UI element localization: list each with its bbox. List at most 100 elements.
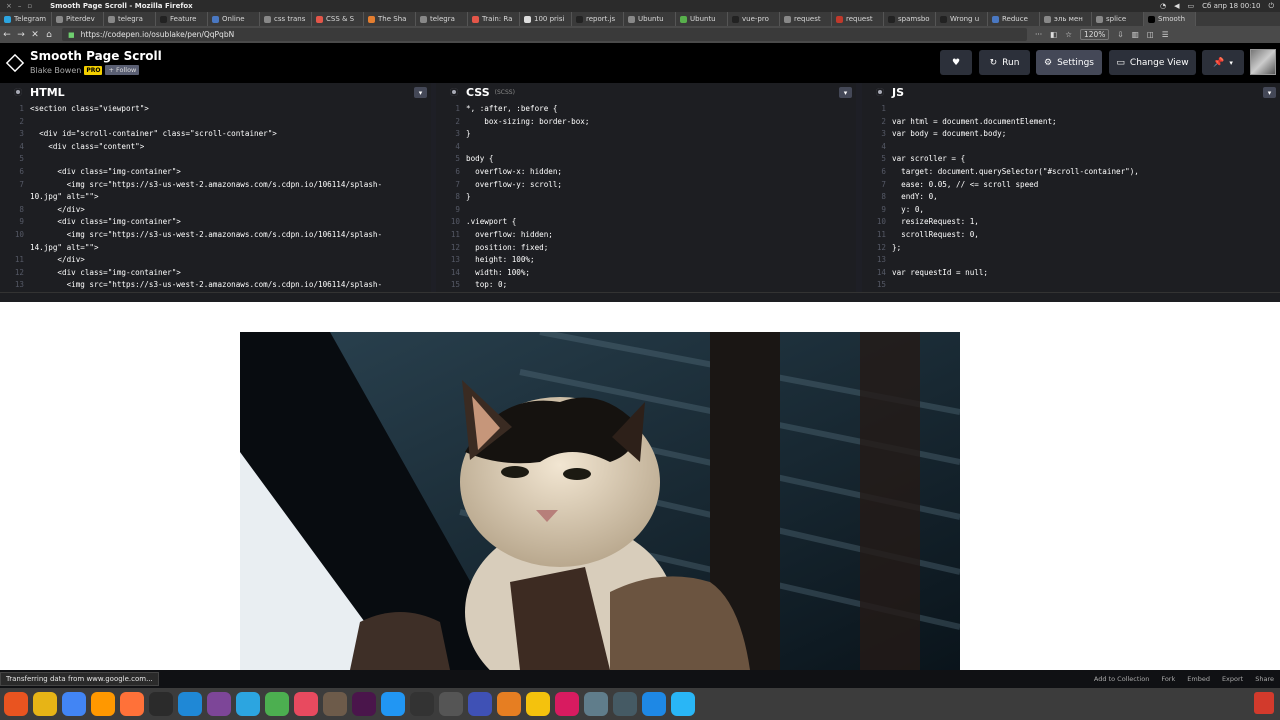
browser-tab[interactable]: telegra (416, 12, 468, 26)
forward-icon[interactable]: → (14, 28, 28, 42)
follow-button[interactable]: + Follow (105, 65, 140, 75)
app-icon[interactable] (671, 692, 695, 716)
wifi-icon[interactable]: ◔ (1160, 2, 1166, 10)
back-icon[interactable]: ← (0, 28, 14, 42)
app-icon[interactable] (526, 692, 550, 716)
browser-tab[interactable]: css trans (260, 12, 312, 26)
url-bar[interactable]: ■ https://codepen.io/osublake/pen/QqPqbN (62, 28, 1027, 41)
chevron-down-icon[interactable]: ▾ (839, 87, 852, 98)
embed-link[interactable]: Embed (1187, 675, 1210, 683)
chevron-down-icon[interactable]: ▾ (1263, 87, 1276, 98)
firefox-icon[interactable] (120, 692, 144, 716)
gimp-icon[interactable] (323, 692, 347, 716)
inkscape-icon[interactable] (410, 692, 434, 716)
sublime-icon[interactable] (91, 692, 115, 716)
app-icon[interactable] (381, 692, 405, 716)
fork-link[interactable]: Fork (1161, 675, 1175, 683)
browser-tab[interactable]: Wrong u (936, 12, 988, 26)
sidebar-icon[interactable]: ◫ (1147, 30, 1154, 39)
heart-button[interactable]: ♥ (940, 50, 972, 75)
page-actions-icon[interactable]: ··· (1035, 30, 1042, 39)
gear-icon[interactable] (450, 88, 458, 96)
browser-tab[interactable]: 100 prisi (520, 12, 572, 26)
browser-tab[interactable]: Piterdev (52, 12, 104, 26)
app-icon[interactable] (613, 692, 637, 716)
browser-tab[interactable]: request (780, 12, 832, 26)
app-icon[interactable] (497, 692, 521, 716)
home-icon[interactable]: ⌂ (42, 28, 56, 42)
app-icon[interactable] (642, 692, 666, 716)
browser-tab[interactable]: Online (208, 12, 260, 26)
css-editor[interactable]: CSS (SCSS) ▾ 1 *, :after, :before {2 box-… (436, 83, 856, 292)
html-code[interactable]: 1 <section class="viewport"> 2 3 <div id="s… (0, 103, 431, 292)
browser-tab[interactable]: The Sha (364, 12, 416, 26)
browser-tab[interactable]: vue-pro (728, 12, 780, 26)
pocket-icon[interactable]: ◧ (1050, 30, 1057, 39)
calculator-icon[interactable] (439, 692, 463, 716)
downloads-icon[interactable]: ⇩ (1117, 30, 1123, 39)
export-link[interactable]: Export (1222, 675, 1243, 683)
tor-icon[interactable] (207, 692, 231, 716)
maximize-icon[interactable]: ▫ (27, 2, 32, 10)
browser-tab[interactable]: Smooth (1144, 12, 1196, 26)
library-icon[interactable]: ▥ (1132, 30, 1139, 39)
browser-tab[interactable]: Ubuntu (624, 12, 676, 26)
power-icon[interactable]: ⏻ (1268, 2, 1274, 11)
css-preprocessor-label: (SCSS) (494, 88, 515, 96)
avatar[interactable] (1250, 49, 1276, 75)
browser-tab[interactable]: Ubuntu (676, 12, 728, 26)
chrome-icon[interactable] (62, 692, 86, 716)
window-controls[interactable]: × – ▫ (0, 2, 38, 10)
vscode-icon[interactable] (178, 692, 202, 716)
browser-tab[interactable]: report.js (572, 12, 624, 26)
browser-tab[interactable]: эль мен (1040, 12, 1092, 26)
menu-icon[interactable]: ☰ (1162, 30, 1169, 39)
trash-icon[interactable] (1254, 692, 1274, 714)
app-icon[interactable] (555, 692, 579, 716)
bookmark-star-icon[interactable]: ☆ (1065, 30, 1072, 39)
js-editor[interactable]: JS ▾ 1 2 var html = document.documentEleme… (862, 83, 1280, 292)
browser-tab[interactable]: Telegram (0, 12, 52, 26)
volume-icon[interactable]: ◀ (1174, 2, 1179, 10)
settings-button[interactable]: ⚙ Settings (1036, 50, 1102, 75)
app-icon[interactable] (584, 692, 608, 716)
app-icon[interactable] (294, 692, 318, 716)
share-link[interactable]: Share (1255, 675, 1274, 683)
browser-tab[interactable]: spamsbo (884, 12, 936, 26)
telegram-icon[interactable] (236, 692, 260, 716)
battery-icon[interactable]: ▭ (1188, 2, 1195, 10)
html-editor[interactable]: HTML ▾ 1 <section class="viewport"> 2 3 <di… (0, 83, 431, 292)
slack-icon[interactable] (352, 692, 376, 716)
ubuntu-icon[interactable] (4, 692, 28, 716)
preview-pane[interactable] (0, 302, 1280, 670)
js-code[interactable]: 1 2 var html = document.documentElement; 3 v… (862, 103, 1280, 292)
gear-icon[interactable] (876, 88, 884, 96)
clock[interactable]: Сб апр 18 00:10 (1202, 2, 1260, 10)
zoom-level[interactable]: 120% (1079, 29, 1110, 40)
pin-button[interactable]: 📌 ▾ (1202, 50, 1244, 75)
close-icon[interactable]: × (6, 2, 12, 10)
add-to-collection-link[interactable]: Add to Collection (1094, 675, 1149, 683)
change-view-button[interactable]: ▭ Change View (1109, 50, 1196, 75)
gear-icon[interactable] (14, 88, 22, 96)
files-icon[interactable] (33, 692, 57, 716)
app-icon[interactable] (265, 692, 289, 716)
browser-tab[interactable]: Feature (156, 12, 208, 26)
browser-tab[interactable]: telegra (104, 12, 156, 26)
editor-resize-handle[interactable] (0, 292, 1280, 302)
stop-icon[interactable]: ✕ (28, 28, 42, 42)
chevron-down-icon[interactable]: ▾ (414, 87, 427, 98)
browser-tab[interactable]: splice (1092, 12, 1144, 26)
app-icon[interactable] (468, 692, 492, 716)
css-code[interactable]: 1 *, :after, :before {2 box-sizing: borde… (436, 103, 856, 292)
browser-tab[interactable]: request (832, 12, 884, 26)
minimize-icon[interactable]: – (18, 2, 22, 10)
codepen-logo-icon[interactable] (5, 53, 25, 73)
browser-tab[interactable]: Train: Ra (468, 12, 520, 26)
system-tray[interactable]: ◔ ◀ ▭ Сб апр 18 00:10 ⏻ (1160, 0, 1274, 12)
author-name[interactable]: Blake Bowen (30, 66, 81, 75)
browser-tab[interactable]: CSS & S (312, 12, 364, 26)
terminal-icon[interactable] (149, 692, 173, 716)
run-button[interactable]: ↻ Run (979, 50, 1030, 75)
browser-tab[interactable]: Reduce (988, 12, 1040, 26)
